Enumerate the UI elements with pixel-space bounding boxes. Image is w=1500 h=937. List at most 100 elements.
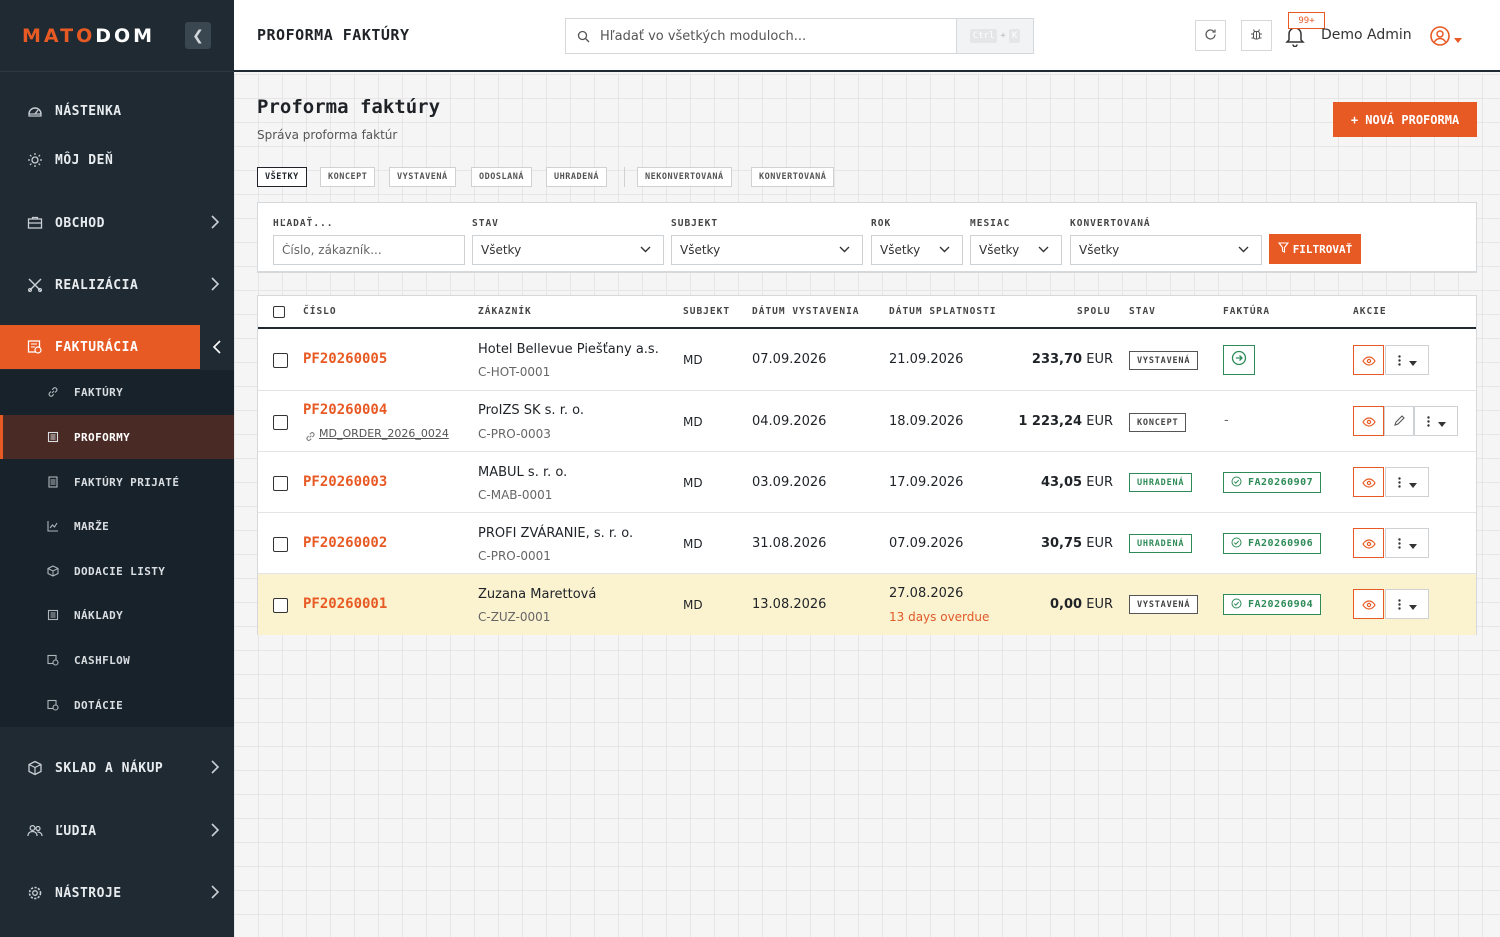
new-proforma-button[interactable]: + NOVÁ PROFORMA [1333, 102, 1477, 137]
customer-name: Hotel Bellevue Piešťany a.s. [478, 342, 659, 357]
proforma-number-link[interactable]: PF20260005 [303, 351, 387, 367]
row-checkbox[interactable] [273, 353, 288, 368]
header-cislo[interactable]: ČÍSLO [303, 306, 337, 317]
view-button[interactable] [1353, 345, 1384, 375]
user-name[interactable]: Demo Admin [1321, 27, 1412, 43]
subject: MD [683, 537, 703, 551]
sidebar-item-ludia[interactable]: ĽUDIA [0, 809, 234, 853]
sidebar-subitem-faktury[interactable]: FAKTÚRY [0, 370, 234, 414]
notification-badge: 99+ [1288, 12, 1325, 29]
link-icon [305, 427, 316, 446]
sidebar-subitem-dodacie-listy[interactable]: DODACIE LISTY [0, 549, 234, 593]
sidebar-subitem-faktury-prijate[interactable]: FAKTÚRY PRIJATÉ [0, 460, 234, 504]
filter-chip-koncept[interactable]: KONCEPT [320, 167, 376, 187]
status-badge: VYSTAVENÁ [1129, 595, 1199, 614]
convert-to-invoice-button[interactable] [1223, 345, 1255, 375]
sidebar-item-realizacia[interactable]: REALIZÁCIA [0, 263, 234, 307]
debug-button[interactable] [1241, 20, 1272, 51]
filter-chip-vsetky[interactable]: VŠETKY [257, 167, 307, 187]
rok-select[interactable]: Všetky [871, 235, 963, 265]
table-row[interactable]: PF20260002 PROFI ZVÁRANIE, s. r. o. C-PR… [258, 513, 1476, 574]
more-actions-button[interactable] [1385, 589, 1429, 619]
view-button[interactable] [1353, 589, 1384, 619]
header-akcie: AKCIE [1353, 306, 1387, 317]
row-checkbox[interactable] [273, 415, 288, 430]
sidebar-subitem-proformy[interactable]: PROFORMY [0, 415, 234, 459]
order-reference-link[interactable]: MD_ORDER_2026_0024 [319, 427, 449, 440]
sidebar-item-nastenka[interactable]: NÁSTENKA [0, 89, 234, 133]
filter-chip-nekonvertovana[interactable]: NEKONVERTOVANÁ [637, 167, 732, 187]
header-faktura[interactable]: FAKTÚRA [1223, 306, 1270, 317]
row-checkbox[interactable] [273, 476, 288, 491]
header-zakaznik[interactable]: ZÁKAZNÍK [478, 306, 532, 317]
filter-chip-odoslana[interactable]: ODOSLANÁ [471, 167, 532, 187]
table-row[interactable]: PF20260003 MABUL s. r. o. C-MAB-0001 MD … [258, 452, 1476, 513]
more-actions-button[interactable] [1385, 528, 1429, 558]
invoice-link[interactable]: FA20260904 [1223, 594, 1322, 615]
money-icon [46, 653, 60, 667]
sidebar-item-nastroje[interactable]: NÁSTROJE [0, 871, 234, 915]
caret-down-icon [1408, 534, 1417, 553]
user-menu[interactable] [1429, 25, 1462, 51]
subjekt-select[interactable]: Všetky [671, 235, 863, 265]
filter-chip-konvertovana[interactable]: KONVERTOVANÁ [751, 167, 835, 187]
proforma-number-link[interactable]: PF20260004 [303, 402, 387, 418]
refresh-button[interactable] [1195, 20, 1226, 51]
proforma-number-link[interactable]: PF20260002 [303, 535, 387, 551]
edit-button[interactable] [1384, 406, 1414, 436]
view-button[interactable] [1353, 406, 1384, 436]
main-content: Proforma faktúry Správa proforma faktúr … [234, 74, 1500, 937]
header-datum-splatnosti[interactable]: DÁTUM SPLATNOSTI [889, 306, 997, 317]
sidebar-subitem-marze[interactable]: MARŽE [0, 504, 234, 548]
search-filter-input[interactable] [282, 243, 464, 257]
sidebar-item-fakturacia[interactable]: FAKTURÁCIA [0, 325, 234, 369]
sidebar-subitem-dotacie[interactable]: DOTÁCIE [0, 683, 234, 727]
proforma-number-link[interactable]: PF20260003 [303, 474, 387, 490]
sidebar-item-obchod[interactable]: OBCHOD [0, 201, 234, 245]
arrow-right-circle-icon [1231, 350, 1247, 370]
konvertovana-select[interactable]: Všetky [1070, 235, 1262, 265]
select-all-checkbox[interactable] [273, 306, 285, 318]
chart-icon [46, 519, 60, 533]
proforma-number-link[interactable]: PF20260001 [303, 596, 387, 612]
issued-date: 03.09.2026 [752, 475, 827, 490]
collapse-sidebar-button[interactable]: ❮ [185, 22, 211, 49]
more-actions-button[interactable] [1385, 345, 1429, 375]
global-search[interactable]: Ctrl+K [565, 18, 1034, 54]
briefcase-icon [26, 214, 44, 232]
fakturacia-submenu: FAKTÚRY PROFORMY FAKTÚRY PRIJATÉ MARŽE D… [0, 370, 234, 727]
invoice-icon [26, 338, 44, 356]
invoice-link[interactable]: FA20260907 [1223, 472, 1322, 493]
chevron-down-icon [939, 244, 950, 258]
table-row[interactable]: PF20260004 MD_ORDER_2026_0024 ProIZS SK … [258, 391, 1476, 452]
filter-chip-uhradena[interactable]: UHRADENÁ [546, 167, 607, 187]
table-row[interactable]: PF20260005 Hotel Bellevue Piešťany a.s. … [258, 330, 1476, 391]
table-row-overdue[interactable]: PF20260001 Zuzana Marettová C-ZUZ-0001 M… [258, 574, 1476, 635]
more-actions-button[interactable] [1414, 406, 1458, 436]
row-checkbox[interactable] [273, 537, 288, 552]
customer-name: Zuzana Marettová [478, 587, 597, 602]
filter-chip-vystavena[interactable]: VYSTAVENÁ [389, 167, 456, 187]
sidebar-item-sklad[interactable]: SKLAD A NÁKUP [0, 746, 234, 790]
search-filter-field[interactable] [273, 235, 465, 265]
invoice-link[interactable]: FA20260906 [1223, 533, 1322, 554]
header-spolu[interactable]: SPOLU [1077, 306, 1111, 317]
row-checkbox[interactable] [273, 598, 288, 613]
view-button[interactable] [1353, 528, 1384, 558]
caret-down-icon [1408, 595, 1417, 614]
filter-button[interactable]: FILTROVAŤ [1269, 234, 1361, 264]
view-button[interactable] [1353, 467, 1384, 497]
header-datum-vystavenia[interactable]: DÁTUM VYSTAVENIA [752, 306, 860, 317]
more-actions-button[interactable] [1385, 467, 1429, 497]
sidebar-subitem-naklady[interactable]: NÁKLADY [0, 593, 234, 637]
logo[interactable]: MATODOM [22, 25, 155, 47]
sidebar-item-moj-den[interactable]: MÔJ DEŇ [0, 138, 234, 182]
caret-down-icon [1408, 351, 1417, 370]
page-title: Proforma faktúry [257, 96, 441, 118]
search-input[interactable] [600, 28, 950, 44]
header-stav[interactable]: STAV [1129, 306, 1156, 317]
mesiac-select[interactable]: Všetky [970, 235, 1062, 265]
stav-select[interactable]: Všetky [472, 235, 664, 265]
sidebar-subitem-cashflow[interactable]: CASHFLOW [0, 638, 234, 682]
header-subjekt[interactable]: SUBJEKT [683, 306, 730, 317]
